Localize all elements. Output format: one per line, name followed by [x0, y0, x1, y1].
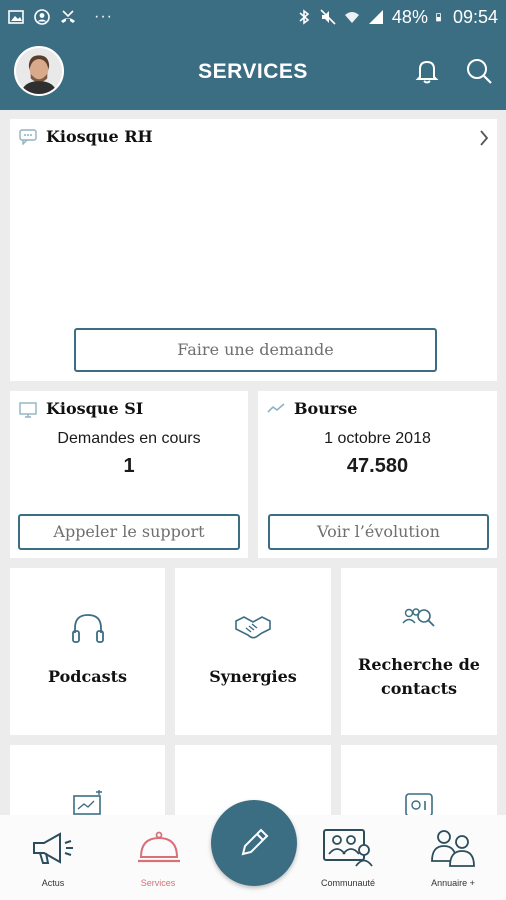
recherche-label-line2: contacts	[381, 679, 457, 698]
nav-actus-label: Actus	[41, 878, 65, 888]
nav-communaute-label: Communauté	[320, 878, 376, 888]
bourse-value: 47.580	[346, 455, 409, 477]
status-bar: ··· 48% 09:54	[0, 0, 506, 34]
bluetooth-icon	[299, 9, 310, 25]
screen-edit-icon	[73, 790, 102, 815]
voir-evolution-button[interactable]: Voir l’évolution	[268, 514, 489, 550]
appeler-le-support-button[interactable]: Appeler le support	[18, 514, 240, 550]
recherche-label-line1: Recherche de	[358, 655, 480, 674]
bourse-date: 1 octobre 2018	[324, 430, 431, 447]
kiosque-rh-card: Kiosque RH Faire une demande	[10, 119, 497, 381]
bell-icon[interactable]	[412, 56, 442, 86]
nav-annuaire[interactable]: Annuaire +	[403, 815, 503, 900]
nav-communaute[interactable]: Communauté	[298, 815, 398, 900]
battery-icon	[436, 13, 441, 22]
directory-icon	[431, 830, 475, 867]
demandes-en-cours-label: Demandes en cours	[57, 430, 201, 447]
account-circle-icon	[34, 9, 50, 25]
headphones-icon	[72, 614, 104, 643]
chevron-right-icon[interactable]	[478, 129, 490, 147]
image-icon	[8, 10, 24, 24]
podcasts-tile[interactable]: Podcasts	[10, 568, 165, 735]
nav-actus[interactable]: Actus	[3, 815, 103, 900]
megaphone-icon	[33, 832, 73, 864]
app-header: SERVICES	[0, 34, 506, 110]
safe-icon	[405, 793, 433, 817]
nav-services-label: Services	[140, 878, 176, 888]
faire-une-demande-button[interactable]: Faire une demande	[74, 328, 437, 372]
synergies-label: Synergies	[209, 667, 297, 686]
desktop-icon	[19, 402, 37, 418]
service-tile-6[interactable]	[341, 745, 497, 825]
people-search-icon	[402, 608, 435, 627]
demandes-count: 1	[123, 455, 135, 477]
more-notifications-indicator: ···	[94, 8, 113, 25]
clock: 09:54	[452, 6, 498, 27]
pencil-icon	[241, 828, 269, 856]
avatar[interactable]	[14, 46, 64, 96]
trend-icon	[267, 403, 285, 413]
cloche-icon	[138, 831, 180, 863]
missed-call-icon	[61, 10, 75, 23]
nav-annuaire-label: Annuaire +	[431, 878, 475, 888]
bourse-card: Bourse 1 octobre 2018 47.580 Voir l’évol…	[258, 391, 497, 558]
handshake-icon	[235, 616, 271, 639]
wifi-icon	[344, 12, 359, 23]
mute-icon	[320, 9, 336, 25]
battery-level: 48%	[391, 6, 428, 27]
recherche-de-contacts-tile[interactable]: Recherche de contacts	[341, 568, 497, 735]
compose-fab-button[interactable]	[211, 800, 297, 886]
search-icon[interactable]	[464, 56, 494, 86]
kiosque-rh-title: Kiosque RH	[46, 127, 153, 146]
community-icon	[323, 829, 373, 867]
service-tile-4[interactable]	[10, 745, 165, 825]
podcasts-label: Podcasts	[48, 667, 127, 686]
kiosque-si-title: Kiosque SI	[46, 399, 144, 418]
bourse-title: Bourse	[294, 399, 358, 418]
synergies-tile[interactable]: Synergies	[175, 568, 331, 735]
kiosque-si-card: Kiosque SI Demandes en cours 1 Appeler l…	[10, 391, 248, 558]
nav-services[interactable]: Services	[108, 815, 208, 900]
chat-icon	[19, 129, 37, 145]
signal-icon	[368, 10, 383, 24]
